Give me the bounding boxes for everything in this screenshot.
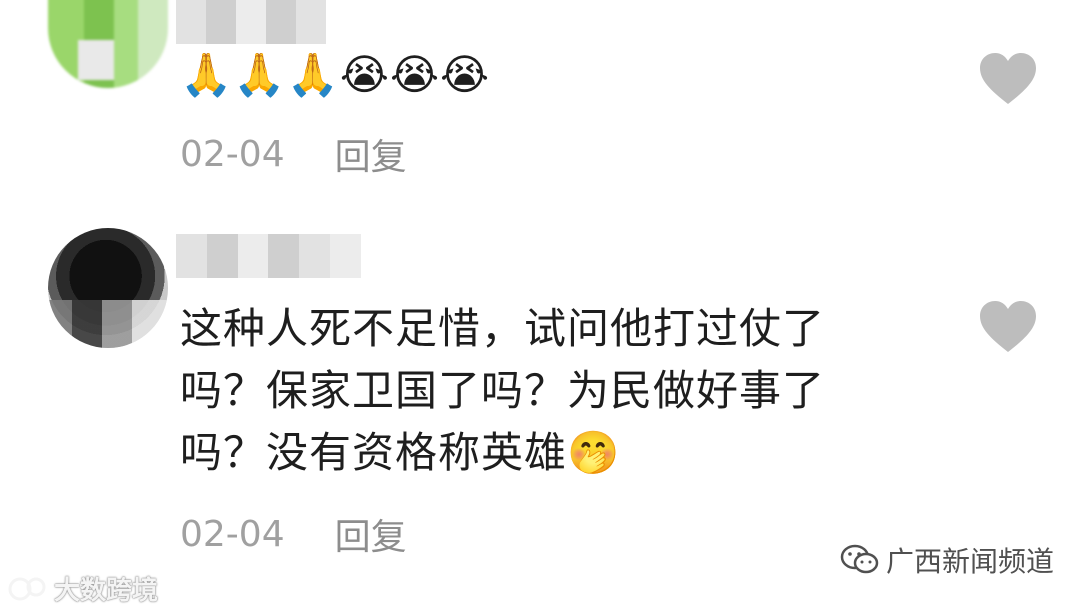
comment-text: 🙏🙏🙏😭😭😭 [180, 44, 870, 106]
bubble-logo-icon [8, 577, 46, 600]
reply-button[interactable]: 回复 [335, 508, 407, 560]
comment-emoji-text: 🙏🙏🙏😭😭😭 [180, 50, 491, 99]
comment-text: 这种人死不足惜，试问他打过仗了 吗？保家卫国了吗？为民做好事了 吗？没有资格称英… [180, 298, 870, 484]
watermark-right-text: 广西新闻频道 [886, 545, 1055, 578]
avatar[interactable] [48, 228, 168, 348]
comment-item-2: 这种人死不足惜，试问他打过仗了 吗？保家卫国了吗？为民做好事了 吗？没有资格称英… [0, 228, 1080, 568]
smirk-emoji: 🤭 [567, 428, 621, 477]
comment-meta: 02-04 回复 [180, 128, 407, 180]
username-blurred[interactable] [176, 0, 326, 44]
heart-icon[interactable] [978, 300, 1038, 354]
comment-line-1: 这种人死不足惜，试问他打过仗了 [180, 304, 826, 353]
username-blurred[interactable] [176, 234, 361, 278]
avatar[interactable] [48, 0, 168, 88]
comment-item-1: 🙏🙏🙏😭😭😭 02-04 回复 [0, 0, 1080, 200]
comment-line-3-text: 吗？没有资格称英雄 [180, 428, 568, 477]
comment-meta: 02-04 回复 [180, 508, 407, 560]
comment-date: 02-04 [180, 133, 285, 175]
comment-line-3: 吗？没有资格称英雄🤭 [180, 422, 870, 484]
watermark-right: 广西新闻频道 [840, 540, 1054, 580]
reply-button[interactable]: 回复 [335, 128, 407, 180]
heart-icon[interactable] [978, 52, 1038, 106]
watermark-left-text: 大数跨境 [54, 576, 159, 606]
comment-line-2: 吗？保家卫国了吗？为民做好事了 [180, 366, 826, 415]
comment-date: 02-04 [180, 513, 285, 555]
watermark-left: 大数跨境 [8, 570, 158, 607]
wechat-icon [840, 544, 879, 574]
